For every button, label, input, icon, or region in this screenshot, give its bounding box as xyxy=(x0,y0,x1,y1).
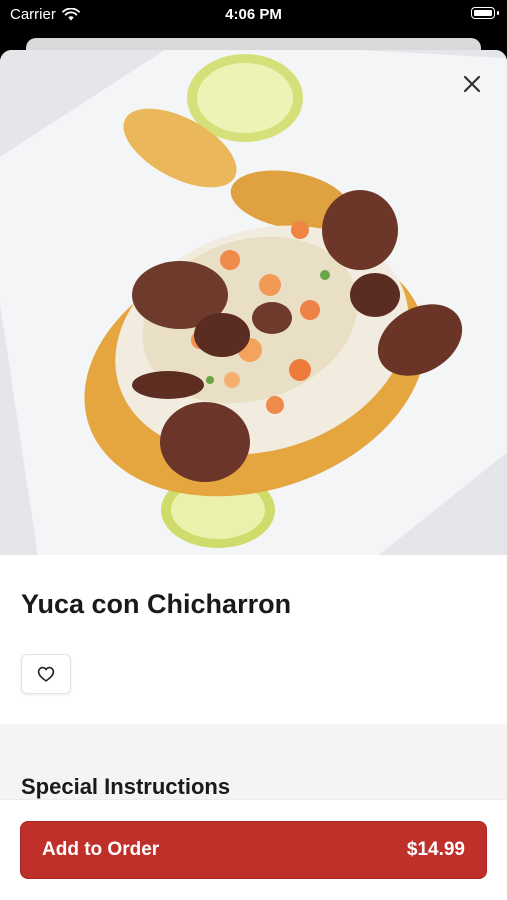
status-time: 4:06 PM xyxy=(225,6,282,23)
status-bar: Carrier 4:06 PM xyxy=(0,0,507,30)
add-to-order-button[interactable]: Add to Order $14.99 xyxy=(20,821,487,879)
order-price: $14.99 xyxy=(406,839,465,860)
special-instructions-title: Special Instructions xyxy=(21,774,231,799)
heart-icon xyxy=(37,666,55,682)
battery-icon xyxy=(471,7,499,19)
close-button[interactable] xyxy=(453,65,491,103)
item-detail-sheet: Yuca con Chicharron Special Instructions… xyxy=(0,50,507,900)
order-footer: Add to Order $14.99 xyxy=(0,799,507,900)
item-title: Yuca con Chicharron xyxy=(21,589,292,619)
food-photo xyxy=(0,50,507,555)
add-to-order-label: Add to Order xyxy=(42,839,160,860)
favorite-button[interactable] xyxy=(21,654,71,694)
close-icon xyxy=(463,75,481,93)
